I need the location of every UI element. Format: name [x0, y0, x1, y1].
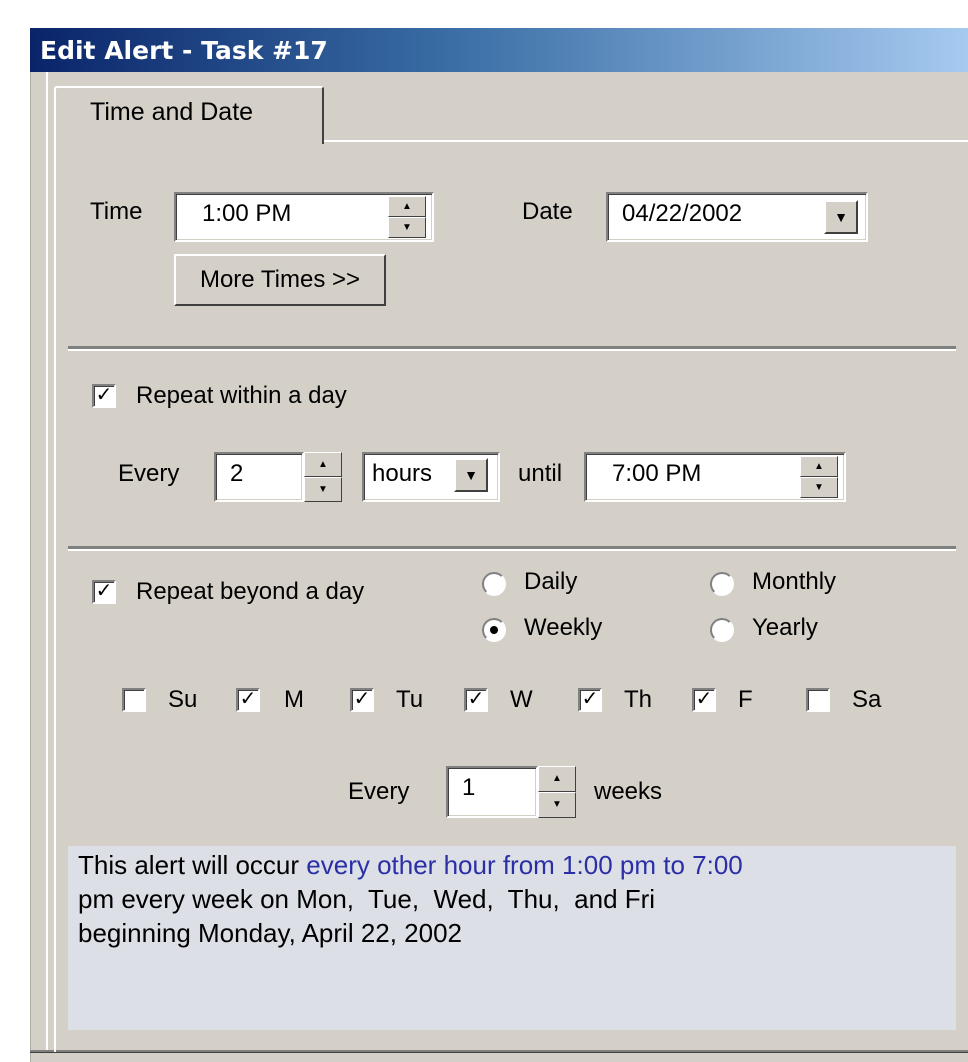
radio-weekly-label: Weekly	[524, 614, 603, 641]
summary-prefix: This alert will occur	[78, 850, 307, 880]
radio-monthly-label: Monthly	[752, 568, 837, 595]
radio-yearly-label: Yearly	[752, 614, 818, 641]
tab-panel-edge	[54, 140, 56, 1052]
summary-line-1: This alert will occur every other hour f…	[78, 848, 956, 882]
interval-spinner[interactable]: ▲ ▼	[304, 452, 342, 502]
separator	[68, 346, 956, 351]
summary-line-3: beginning Monday, April 22, 2002	[78, 918, 463, 948]
time-value: 1:00 PM	[202, 200, 292, 227]
day-checkbox-m[interactable]: ✓	[236, 688, 260, 712]
radio-yearly[interactable]	[710, 618, 734, 642]
day-checkbox-th[interactable]: ✓	[578, 688, 602, 712]
weeks-every-label: Every	[348, 778, 410, 805]
time-spin-up-icon[interactable]: ▲	[388, 196, 426, 217]
day-label-f: F	[738, 686, 753, 713]
frame-bottom-edge	[30, 1050, 968, 1053]
frame-edge	[46, 72, 52, 1052]
day-label-w: W	[510, 686, 533, 713]
radio-monthly[interactable]	[710, 572, 734, 596]
day-checkbox-sa[interactable]	[806, 688, 830, 712]
unit-value: hours	[372, 460, 433, 487]
radio-daily[interactable]	[482, 572, 506, 596]
day-label-su: Su	[168, 686, 198, 713]
until-spinner[interactable]: ▲ ▼	[800, 456, 838, 498]
radio-selected-dot-icon	[490, 626, 498, 634]
more-times-button[interactable]: More Times >>	[174, 254, 386, 306]
repeat-beyond-checkbox[interactable]: ✓	[92, 580, 116, 604]
day-checkbox-su[interactable]	[122, 688, 146, 712]
time-label: Time	[90, 198, 143, 225]
day-label-tu: Tu	[396, 686, 424, 713]
tab-panel-top-edge	[324, 140, 968, 142]
date-dropdown-arrow-icon[interactable]: ▼	[824, 200, 858, 234]
day-label-m: M	[284, 686, 304, 713]
window-title: Edit Alert - Task #17	[40, 35, 328, 65]
day-checkbox-tu[interactable]: ✓	[350, 688, 374, 712]
repeat-beyond-label: Repeat beyond a day	[136, 578, 365, 605]
summary-highlight: every other hour from 1:00 pm to 7:00	[306, 850, 743, 880]
interval-spin-down-icon[interactable]: ▼	[304, 477, 342, 502]
weeks-input[interactable]: 1	[446, 766, 538, 818]
alert-summary: This alert will occur every other hour f…	[68, 846, 956, 1030]
interval-value: 2	[230, 460, 244, 487]
interval-input[interactable]: 2	[214, 452, 304, 502]
time-spin-down-icon[interactable]: ▼	[388, 217, 426, 238]
until-spin-up-icon[interactable]: ▲	[800, 456, 838, 477]
weeks-spin-up-icon[interactable]: ▲	[538, 766, 576, 792]
every-label: Every	[118, 460, 180, 487]
date-value: 04/22/2002	[622, 200, 743, 227]
weeks-value: 1	[462, 774, 476, 801]
date-label: Date	[522, 198, 573, 225]
day-checkbox-f[interactable]: ✓	[692, 688, 716, 712]
until-spin-down-icon[interactable]: ▼	[800, 477, 838, 498]
radio-daily-label: Daily	[524, 568, 578, 595]
day-label-sa: Sa	[852, 686, 882, 713]
day-checkbox-w[interactable]: ✓	[464, 688, 488, 712]
repeat-within-checkbox[interactable]: ✓	[92, 384, 116, 408]
weeks-spinner[interactable]: ▲ ▼	[538, 766, 576, 818]
until-value: 7:00 PM	[612, 460, 702, 487]
separator	[68, 546, 956, 551]
radio-weekly[interactable]	[482, 618, 506, 642]
weeks-spin-down-icon[interactable]: ▼	[538, 792, 576, 818]
repeat-within-label: Repeat within a day	[136, 382, 347, 409]
until-label: until	[518, 460, 563, 487]
title-bar: Edit Alert - Task #17	[30, 28, 968, 72]
interval-spin-up-icon[interactable]: ▲	[304, 452, 342, 477]
weeks-unit-label: weeks	[594, 778, 663, 805]
day-label-th: Th	[624, 686, 653, 713]
time-spinner[interactable]: ▲ ▼	[388, 196, 426, 238]
tab-time-and-date[interactable]: Time and Date	[54, 86, 324, 144]
summary-line-2: pm every week on Mon, Tue, Wed, Thu, and…	[78, 884, 656, 914]
unit-dropdown-arrow-icon[interactable]: ▼	[454, 458, 488, 492]
